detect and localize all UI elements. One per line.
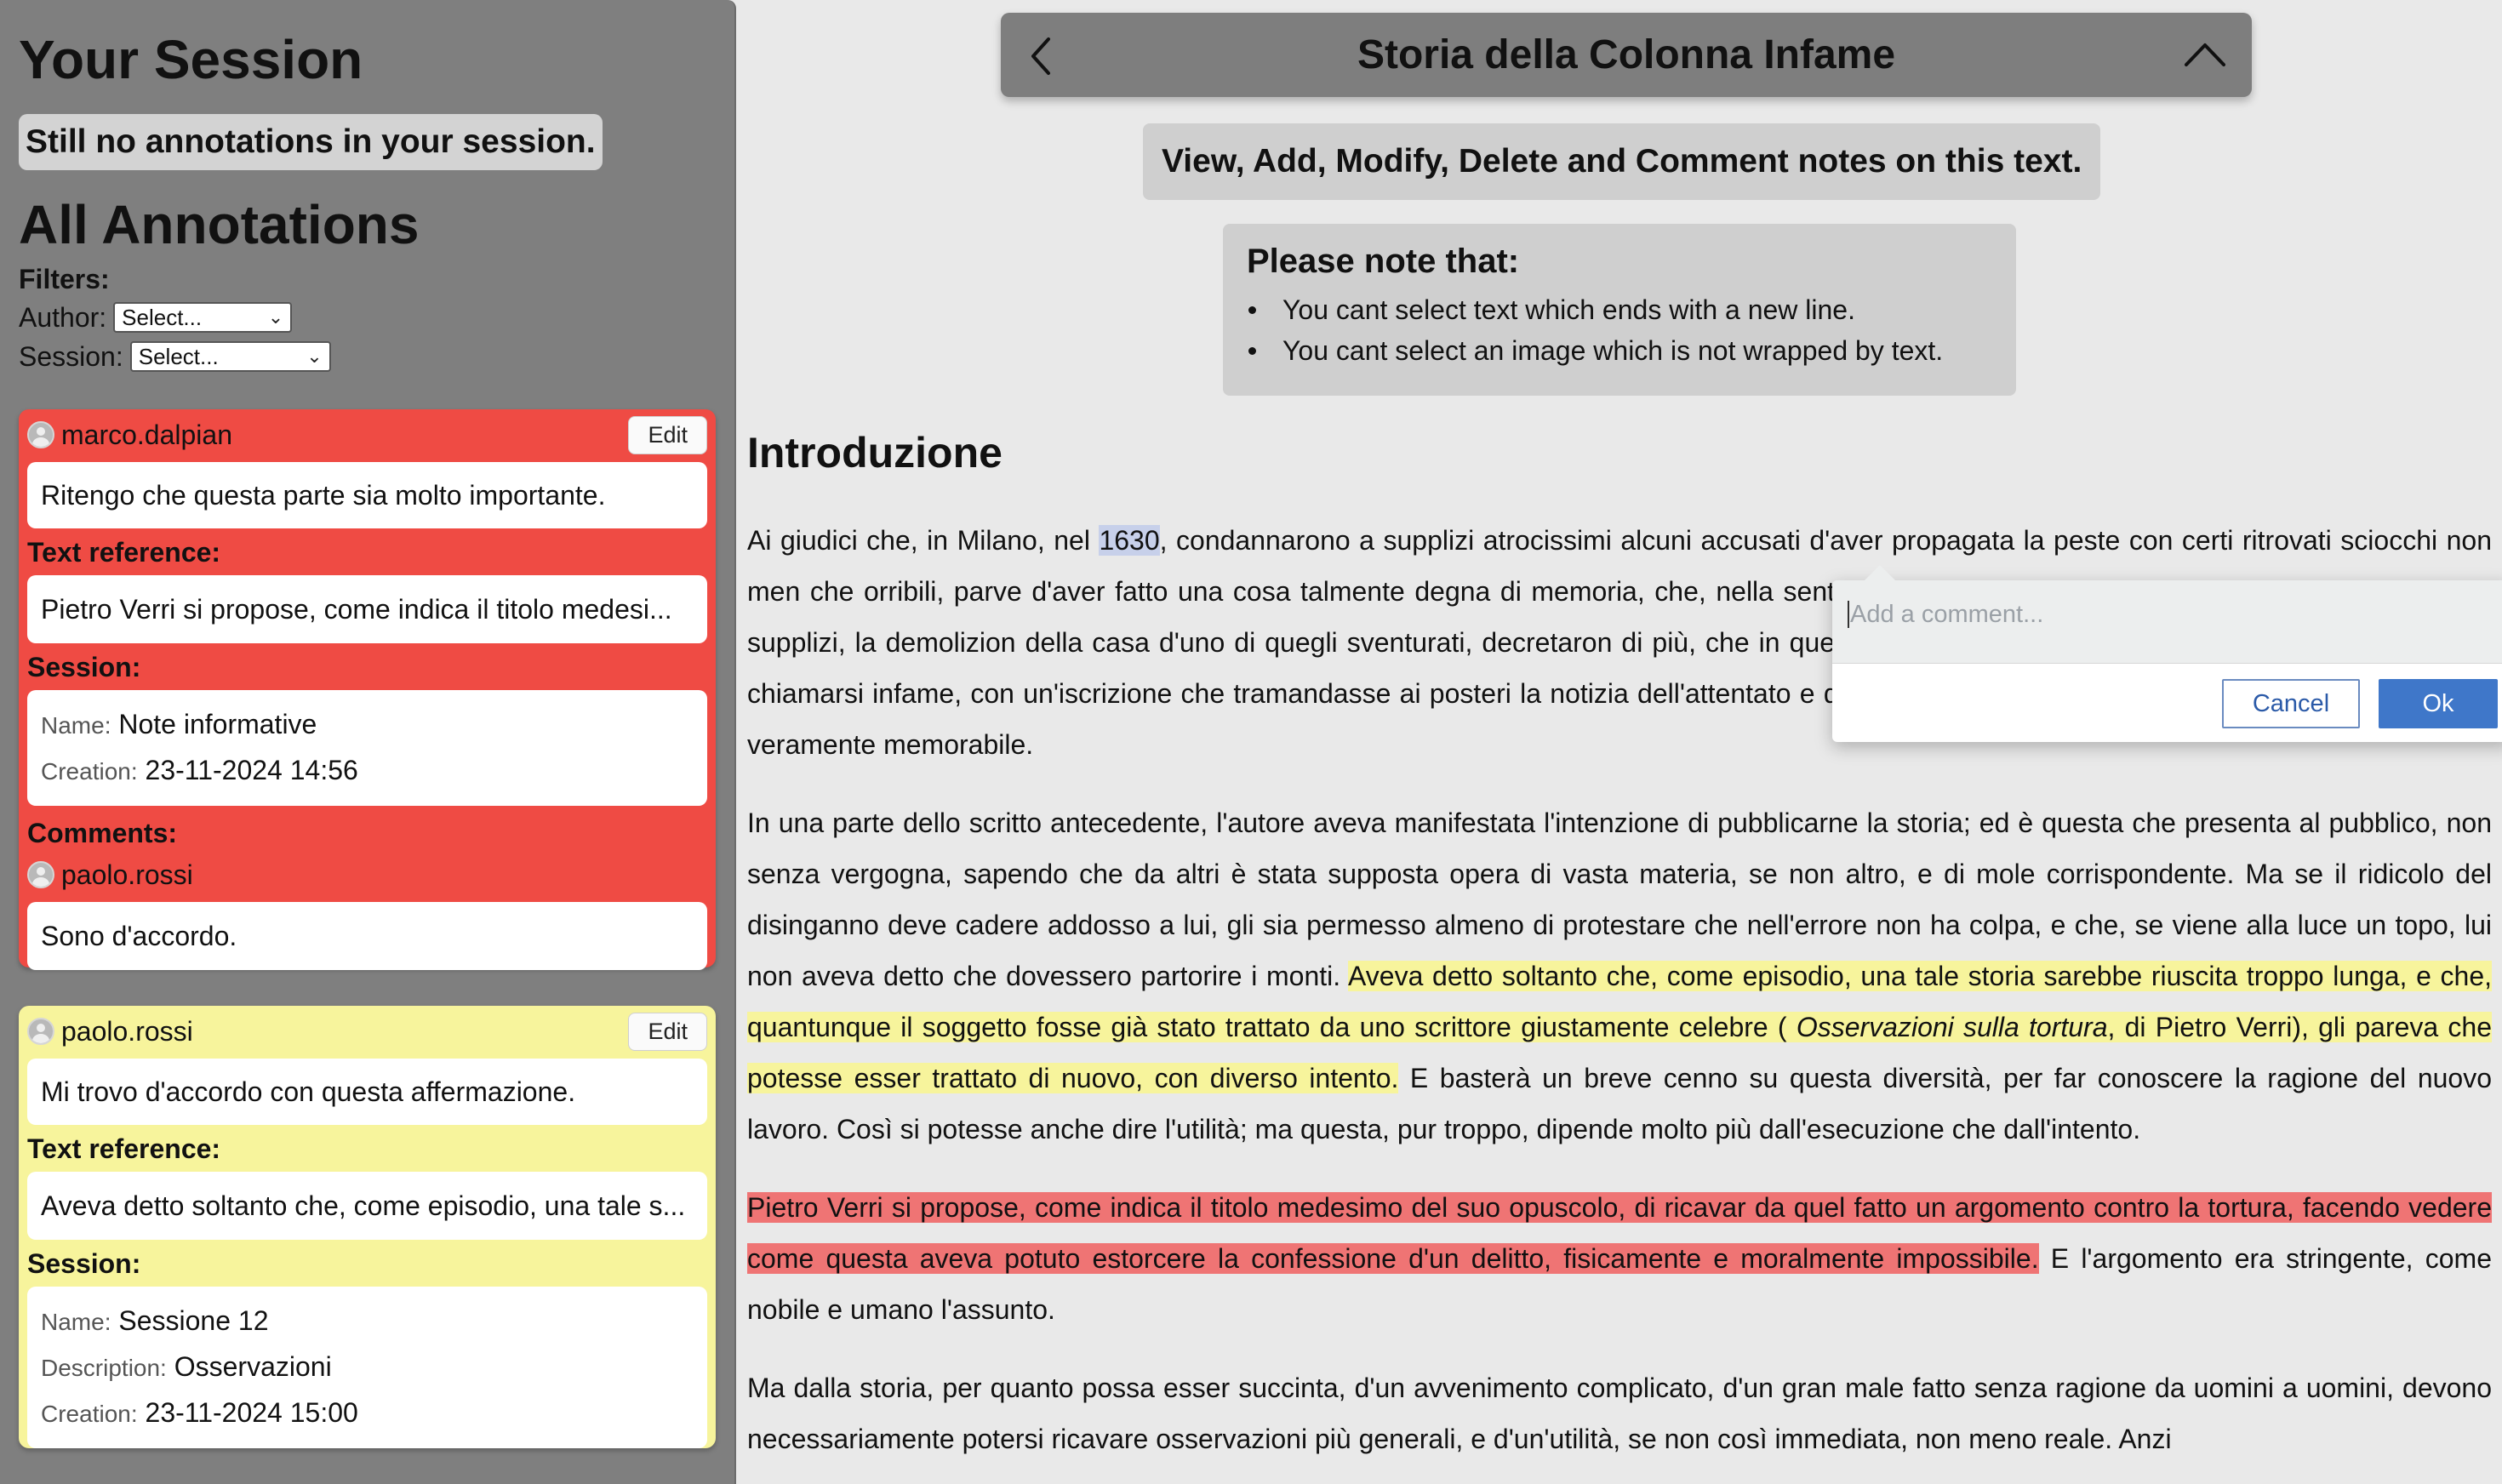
session-filter-select[interactable]: Select... ⌄ bbox=[129, 341, 331, 372]
session-label: Session: bbox=[27, 1248, 141, 1279]
text-reference-text: Pietro Verri si propose, come indica il … bbox=[41, 593, 672, 625]
session-label: Session: bbox=[27, 652, 141, 682]
session-creation-value: 23-11-2024 14:56 bbox=[145, 755, 358, 785]
session-description-key: Description: bbox=[41, 1355, 167, 1381]
edit-button[interactable]: Edit bbox=[628, 1012, 707, 1051]
note-box: Please note that: You cant select text w… bbox=[1223, 224, 2016, 396]
text-reference-label: Text reference: bbox=[27, 1133, 221, 1164]
note-title: Please note that: bbox=[1247, 243, 1520, 280]
document-toolbar: Storia della Colonna Infame bbox=[1001, 13, 2252, 97]
note-item: You cant select an image which is not wr… bbox=[1247, 330, 1992, 371]
user-avatar-icon bbox=[27, 421, 54, 448]
annotation-body: Ritengo che questa parte sia molto impor… bbox=[27, 462, 707, 528]
section-heading: Introduzione bbox=[747, 429, 1003, 477]
highlight-italic-text: Osservazioni sulla tortura bbox=[1796, 1012, 2108, 1042]
comment-input[interactable]: Add a comment... bbox=[1832, 580, 2502, 664]
cancel-button[interactable]: Cancel bbox=[2222, 679, 2360, 728]
session-info-box: Name: Sessione 12 Description: Osservazi… bbox=[27, 1287, 707, 1448]
session-creation-row: Creation: 23-11-2024 15:00 bbox=[41, 1390, 694, 1436]
annotation-card-header: marco.dalpian Edit bbox=[27, 413, 707, 457]
text-reference-box[interactable]: Pietro Verri si propose, come indica il … bbox=[27, 575, 707, 643]
chevron-down-icon: ⌄ bbox=[306, 345, 323, 367]
session-description-value: Osservazioni bbox=[174, 1351, 332, 1382]
author-filter-value: Select... bbox=[122, 304, 203, 330]
session-name-key: Name: bbox=[41, 712, 111, 739]
text-reference-box[interactable]: Aveva detto soltanto che, come episodio,… bbox=[27, 1172, 707, 1240]
chevron-up-icon[interactable] bbox=[2184, 42, 2226, 71]
popup-actions: Cancel Ok bbox=[2222, 679, 2498, 728]
annotation-author-name: marco.dalpian bbox=[61, 419, 232, 450]
session-name-row: Name: Note informative bbox=[41, 702, 694, 748]
author-filter-select[interactable]: Select... ⌄ bbox=[113, 302, 293, 333]
session-filter-value: Select... bbox=[138, 343, 219, 369]
paragraph-text: Ma dalla storia, per quanto possa esser … bbox=[747, 1373, 2492, 1454]
no-annotations-notice: Still no annotations in your session. bbox=[19, 114, 603, 170]
author-filter-label: Author: bbox=[19, 301, 107, 333]
paragraph-text: Ai giudici che, in Milano, nel bbox=[747, 525, 1100, 556]
session-name-value: Sessione 12 bbox=[118, 1305, 269, 1336]
document-title: Storia della Colonna Infame bbox=[1357, 32, 1896, 77]
session-creation-key: Creation: bbox=[41, 1401, 138, 1427]
comment-author: paolo.rossi bbox=[27, 856, 707, 893]
comment-placeholder: Add a comment... bbox=[1848, 601, 2044, 628]
add-comment-popup: Add a comment... Cancel Ok bbox=[1832, 565, 2502, 742]
document-panel: Storia della Colonna Infame View, Add, M… bbox=[737, 0, 2502, 1484]
note-list: You cant select text which ends with a n… bbox=[1247, 289, 1992, 371]
session-name-key: Name: bbox=[41, 1309, 111, 1335]
session-filter-label: Session: bbox=[19, 340, 123, 372]
annotation-body-text: Mi trovo d'accordo con questa affermazio… bbox=[41, 1076, 576, 1107]
annotation-author: marco.dalpian bbox=[27, 420, 232, 451]
comment-author-name: paolo.rossi bbox=[61, 859, 193, 890]
filters-label: Filters: bbox=[19, 264, 110, 294]
annotation-body-text: Ritengo che questa parte sia molto impor… bbox=[41, 479, 606, 511]
annotation-card[interactable]: paolo.rossi Edit Mi trovo d'accordo con … bbox=[19, 1006, 716, 1448]
session-description-row: Description: Osservazioni bbox=[41, 1344, 694, 1390]
session-info-box: Name: Note informative Creation: 23-11-2… bbox=[27, 690, 707, 806]
instructions-banner: View, Add, Modify, Delete and Comment no… bbox=[1143, 123, 2101, 200]
user-avatar-icon bbox=[27, 1018, 54, 1045]
edit-button[interactable]: Edit bbox=[628, 415, 707, 454]
session-creation-key: Creation: bbox=[41, 758, 138, 785]
all-annotations-heading: All Annotations bbox=[19, 194, 420, 255]
annotations-sidebar: Your Session Still no annotations in you… bbox=[0, 0, 736, 1484]
text-reference-text: Aveva detto soltanto che, come episodio,… bbox=[41, 1190, 686, 1221]
comments-label: Comments: bbox=[27, 818, 178, 848]
comment-text: Sono d'accordo. bbox=[41, 920, 237, 951]
session-creation-row: Creation: 23-11-2024 14:56 bbox=[41, 748, 694, 794]
user-avatar-icon bbox=[27, 861, 54, 888]
ok-button[interactable]: Ok bbox=[2379, 679, 2498, 728]
comment-box: Sono d'accordo. bbox=[27, 902, 707, 970]
paragraph[interactable]: Pietro Verri si propose, come indica il … bbox=[747, 1182, 2492, 1335]
selected-text[interactable]: 1630 bbox=[1099, 525, 1160, 556]
chevron-down-icon: ⌄ bbox=[267, 306, 284, 328]
author-filter-row: Author: Select... ⌄ bbox=[19, 300, 716, 334]
annotation-author: paolo.rossi bbox=[27, 1016, 193, 1047]
paragraph[interactable]: Ma dalla storia, per quanto possa esser … bbox=[747, 1362, 2492, 1464]
session-filter-row: Session: Select... ⌄ bbox=[19, 340, 716, 374]
text-reference-label: Text reference: bbox=[27, 537, 221, 568]
your-session-heading: Your Session bbox=[19, 29, 363, 90]
annotation-card[interactable]: marco.dalpian Edit Ritengo che questa pa… bbox=[19, 409, 716, 970]
chevron-left-icon[interactable] bbox=[1030, 37, 1052, 80]
session-name-row: Name: Sessione 12 bbox=[41, 1298, 694, 1344]
annotation-card-header: paolo.rossi Edit bbox=[27, 1009, 707, 1053]
paragraph[interactable]: In una parte dello scritto antecedente, … bbox=[747, 797, 2493, 1155]
annotation-author-name: paolo.rossi bbox=[61, 1015, 193, 1047]
session-name-value: Note informative bbox=[118, 709, 317, 739]
session-creation-value: 23-11-2024 15:00 bbox=[145, 1397, 358, 1428]
note-item: You cant select text which ends with a n… bbox=[1247, 289, 1992, 330]
annotation-body: Mi trovo d'accordo con questa affermazio… bbox=[27, 1059, 707, 1125]
